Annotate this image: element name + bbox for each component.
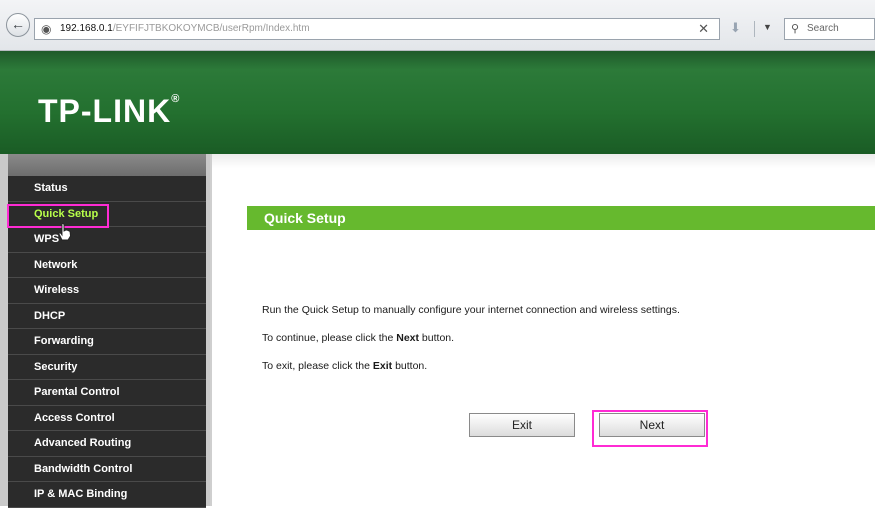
chevron-down-icon[interactable]: ▼ (763, 22, 772, 32)
site-info-icon[interactable]: ◉ (41, 22, 51, 36)
url-text: 192.168.0.1/EYFIFJTBKOKOYMCB/userRpm/Ind… (60, 23, 310, 34)
sidebar-item-parental-control[interactable]: Parental Control (8, 380, 206, 406)
toolbar-divider (754, 21, 755, 37)
sidebar-item-wireless[interactable]: Wireless (8, 278, 206, 304)
exit-button[interactable]: Exit (469, 413, 575, 437)
tp-link-logo: TP-LINK® (38, 93, 180, 130)
search-placeholder: Search (807, 23, 839, 34)
section-header: Quick Setup (247, 206, 875, 230)
browser-toolbar: ← ◉ 192.168.0.1/EYFIFJTBKOKOYMCB/userRpm… (0, 0, 875, 51)
sidebar-item-forwarding[interactable]: Forwarding (8, 329, 206, 355)
url-path: /EYFIFJTBKOKOYMCB/userRpm/Index.htm (112, 23, 310, 34)
registered-mark: ® (171, 93, 181, 105)
download-arrow-icon[interactable]: ⬇ (730, 20, 741, 36)
logo-text: TP-LINK (38, 93, 172, 129)
sidebar-item-access-control[interactable]: Access Control (8, 405, 206, 431)
page-title: Quick Setup (264, 210, 346, 226)
close-icon[interactable]: ✕ (698, 21, 709, 37)
next-highlight-box (592, 410, 708, 447)
url-host: 192.168.0.1 (60, 23, 113, 34)
content-top-strip (212, 154, 875, 168)
exit-instruction: To exit, please click the Exit button. (262, 360, 427, 372)
address-bar[interactable]: ◉ 192.168.0.1/EYFIFJTBKOKOYMCB/userRpm/I… (34, 18, 720, 40)
search-input[interactable]: ⚲ Search (784, 18, 875, 40)
sidebar-item-wps[interactable]: WPS (8, 227, 206, 253)
continue-text-pre: To continue, please click the (262, 332, 397, 344)
back-arrow-icon[interactable]: ← (6, 13, 30, 37)
search-icon: ⚲ (791, 23, 800, 35)
exit-text-pre: To exit, please click the (262, 360, 373, 372)
continue-text-post: button. (419, 332, 455, 344)
intro-text: Run the Quick Setup to manually configur… (262, 304, 680, 316)
sidebar-item-dhcp[interactable]: DHCP (8, 303, 206, 329)
hand-cursor-icon (58, 223, 71, 241)
sidebar-item-ip-mac-binding[interactable]: IP & MAC Binding (8, 482, 206, 508)
main-content: Quick Setup Run the Quick Setup to manua… (210, 154, 875, 506)
exit-text-post: button. (392, 360, 428, 372)
header-banner: TP-LINK® (0, 51, 875, 154)
sidebar-top-bar (8, 154, 206, 176)
exit-text-bold: Exit (372, 360, 393, 372)
sidebar-item-security[interactable]: Security (8, 354, 206, 380)
continue-instruction: To continue, please click the Next butto… (262, 332, 454, 344)
sidebar-item-network[interactable]: Network (8, 252, 206, 278)
sidebar-item-bandwidth-control[interactable]: Bandwidth Control (8, 456, 206, 482)
sidebar-item-advanced-routing[interactable]: Advanced Routing (8, 431, 206, 457)
continue-text-bold: Next (396, 332, 420, 344)
sidebar-item-status[interactable]: Status (8, 176, 206, 202)
